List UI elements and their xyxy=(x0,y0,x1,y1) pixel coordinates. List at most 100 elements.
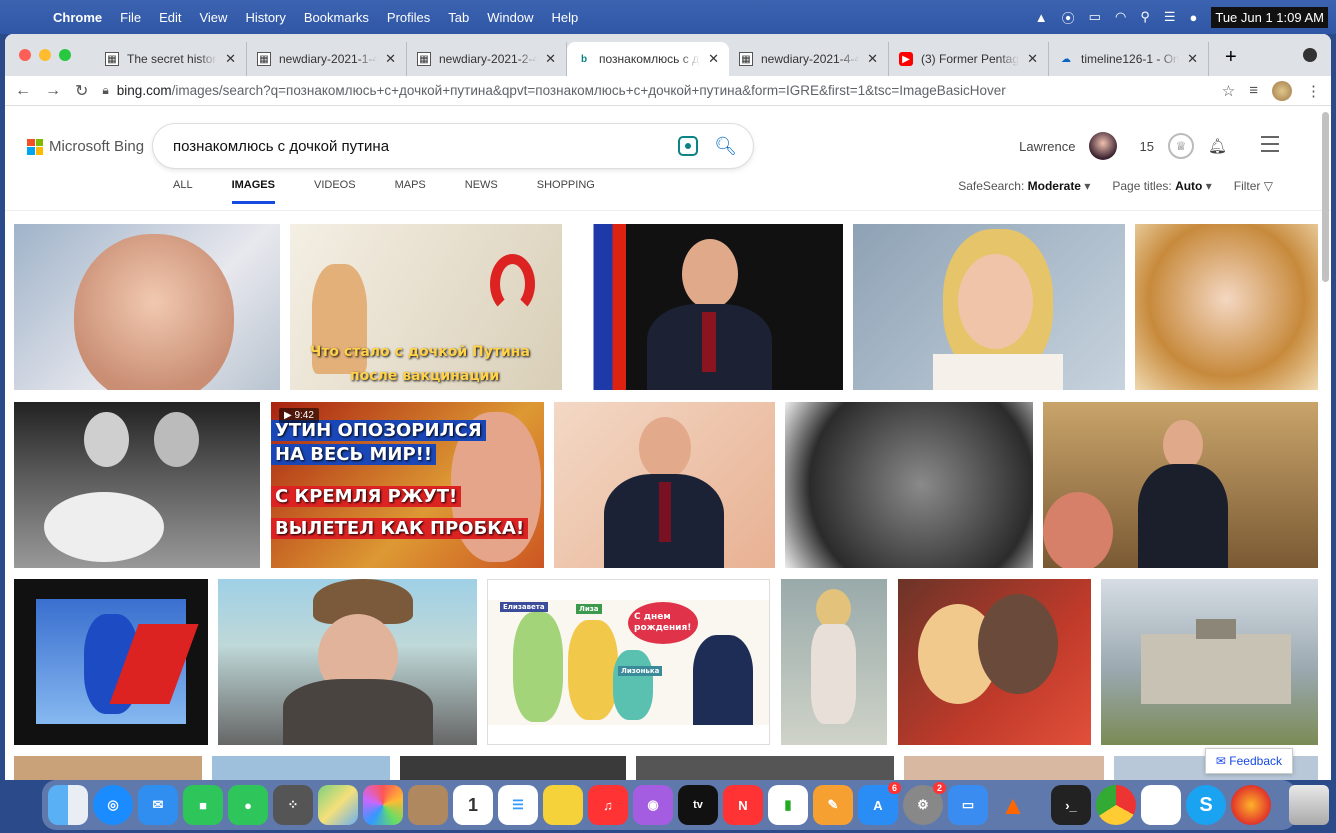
launchpad-icon[interactable]: ⁘ xyxy=(273,785,313,825)
skype-icon[interactable]: S xyxy=(1186,785,1226,825)
minimize-window-button[interactable] xyxy=(39,49,51,61)
firefox-icon[interactable] xyxy=(1231,785,1271,825)
close-window-button[interactable] xyxy=(19,49,31,61)
close-tab-icon[interactable]: ✕ xyxy=(225,51,236,67)
photos-icon[interactable] xyxy=(363,785,403,825)
calendar-icon[interactable]: 1 xyxy=(453,785,493,825)
address-bar[interactable]: 🔒︎ bing.com/images/search?q=познакомлюсь… xyxy=(102,83,1207,98)
search-input[interactable]: познакомлюсь с дочкой путина xyxy=(173,138,678,155)
keynote-icon[interactable]: ▭ xyxy=(948,785,988,825)
zoom-window-button[interactable] xyxy=(59,49,71,61)
battery-icon[interactable]: ▭ xyxy=(1089,9,1101,25)
tab-newdiary-4[interactable]: ▦ newdiary-2021-4-4 ✕ xyxy=(729,42,889,76)
terminal-icon[interactable]: ›_ xyxy=(1051,785,1091,825)
back-icon[interactable]: ← xyxy=(15,82,31,100)
image-result[interactable] xyxy=(1101,579,1318,745)
filter-button[interactable]: Filter ▽ xyxy=(1234,179,1273,193)
facetime-icon[interactable]: ■ xyxy=(183,785,223,825)
menu-window[interactable]: Window xyxy=(478,10,542,25)
close-tab-icon[interactable]: ✕ xyxy=(385,51,396,67)
maps-icon[interactable] xyxy=(318,785,358,825)
tab-all[interactable]: ALL xyxy=(173,179,193,204)
menu-profiles[interactable]: Profiles xyxy=(378,10,439,25)
image-result[interactable] xyxy=(1135,224,1318,390)
tab-videos[interactable]: VIDEOS xyxy=(314,179,356,204)
image-result[interactable] xyxy=(781,579,887,745)
tab-news[interactable]: NEWS xyxy=(465,179,498,204)
menubar-clock[interactable]: Tue Jun 1 1:09 AM xyxy=(1211,6,1328,28)
image-result[interactable] xyxy=(212,756,390,780)
tab-youtube[interactable]: ▶ (3) Former Pentago ✕ xyxy=(889,42,1049,76)
chrome-menu-icon[interactable]: ⋮ xyxy=(1306,82,1321,100)
rewards-count[interactable]: 15 xyxy=(1139,139,1153,154)
media-icon[interactable]: ⦿ xyxy=(1062,8,1075,27)
close-tab-icon[interactable]: ✕ xyxy=(867,51,878,67)
forward-icon[interactable]: → xyxy=(45,82,61,100)
trash-icon[interactable] xyxy=(1289,785,1329,825)
image-result[interactable] xyxy=(554,402,775,568)
document-icon[interactable] xyxy=(1141,785,1181,825)
tab-images[interactable]: IMAGES xyxy=(231,179,275,204)
search-box[interactable]: познакомлюсь с дочкой путина 🔍︎ xyxy=(153,124,753,168)
image-result[interactable] xyxy=(904,756,1104,780)
safesearch-dropdown[interactable]: SafeSearch: Moderate ▾ xyxy=(958,179,1090,193)
image-result[interactable] xyxy=(853,224,1125,390)
notes-icon[interactable] xyxy=(543,785,583,825)
user-avatar[interactable] xyxy=(1089,132,1118,160)
image-result[interactable] xyxy=(218,579,477,745)
image-result[interactable] xyxy=(636,756,894,780)
image-result[interactable] xyxy=(14,756,202,780)
new-tab-button[interactable]: + xyxy=(1209,46,1253,69)
tab-onedrive[interactable]: ☁ timeline126-1 - One ✕ xyxy=(1049,42,1209,76)
user-name[interactable]: Lawrence xyxy=(1019,139,1075,154)
page-scrollbar[interactable] xyxy=(1322,112,1329,282)
image-result[interactable] xyxy=(14,224,280,390)
image-result[interactable]: УТИН ОПОЗОРИЛСЯ НА ВЕСЬ МИР!! С КРЕМЛЯ Р… xyxy=(271,402,544,568)
system-preferences-icon[interactable]: ⚙ 2 xyxy=(903,782,946,825)
wifi-icon[interactable]: ◠ xyxy=(1115,9,1126,25)
pages-icon[interactable]: ✎ xyxy=(813,785,853,825)
menu-help[interactable]: Help xyxy=(543,10,588,25)
tab-maps[interactable]: MAPS xyxy=(395,179,426,204)
spotlight-icon[interactable]: ⚲ xyxy=(1140,9,1150,25)
image-result[interactable] xyxy=(14,402,260,568)
reminders-icon[interactable]: ☰ xyxy=(498,785,538,825)
close-tab-icon[interactable]: ✕ xyxy=(1187,51,1198,67)
notifications-bell-icon[interactable]: 🔔︎ xyxy=(1208,137,1227,155)
messages-icon[interactable]: ● xyxy=(228,785,268,825)
close-tab-icon[interactable]: ✕ xyxy=(708,51,719,67)
image-result[interactable] xyxy=(14,579,208,745)
reload-icon[interactable]: ↻ xyxy=(75,81,88,101)
menu-file[interactable]: File xyxy=(111,10,150,25)
image-result[interactable] xyxy=(1043,402,1318,568)
tab-bing-active[interactable]: b познакомлюсь с до ✕ xyxy=(567,42,729,76)
chrome-icon[interactable] xyxy=(1096,785,1136,825)
menu-view[interactable]: View xyxy=(190,10,236,25)
app-store-icon[interactable]: A6 xyxy=(858,782,901,825)
tab-shopping[interactable]: SHOPPING xyxy=(537,179,595,204)
profile-avatar[interactable] xyxy=(1272,80,1292,101)
image-result[interactable] xyxy=(400,756,626,780)
menu-tab[interactable]: Tab xyxy=(439,10,478,25)
lock-icon[interactable]: 🔒︎ xyxy=(102,83,108,98)
menu-bookmarks[interactable]: Bookmarks xyxy=(295,10,378,25)
page-titles-dropdown[interactable]: Page titles: Auto ▾ xyxy=(1112,179,1211,193)
image-result[interactable] xyxy=(898,579,1091,745)
siri-icon[interactable]: ● xyxy=(1190,10,1198,25)
menu-app-name[interactable]: Chrome xyxy=(44,10,111,25)
image-result[interactable]: С днем рождения! Елизавета Лиза Лизонька xyxy=(487,579,770,745)
music-icon[interactable]: ♫ xyxy=(588,785,628,825)
reading-list-icon[interactable]: ≡ xyxy=(1249,82,1258,99)
menu-history[interactable]: History xyxy=(236,10,294,25)
mail-icon[interactable]: ✉ xyxy=(138,785,178,825)
hamburger-menu-icon[interactable] xyxy=(1261,136,1279,157)
image-result[interactable]: Что стало с дочкой Путина после вакцинац… xyxy=(290,224,562,390)
image-result[interactable] xyxy=(785,402,1033,568)
contacts-icon[interactable] xyxy=(408,785,448,825)
user-status-icon[interactable]: ▲ xyxy=(1035,10,1048,25)
podcasts-icon[interactable]: ◉ xyxy=(633,785,673,825)
tab-newdiary-2[interactable]: ▦ newdiary-2021-2-4 ✕ xyxy=(407,42,567,76)
image-result[interactable] xyxy=(572,224,843,390)
menu-edit[interactable]: Edit xyxy=(150,10,190,25)
vlc-icon[interactable]: ▲ xyxy=(993,785,1033,825)
